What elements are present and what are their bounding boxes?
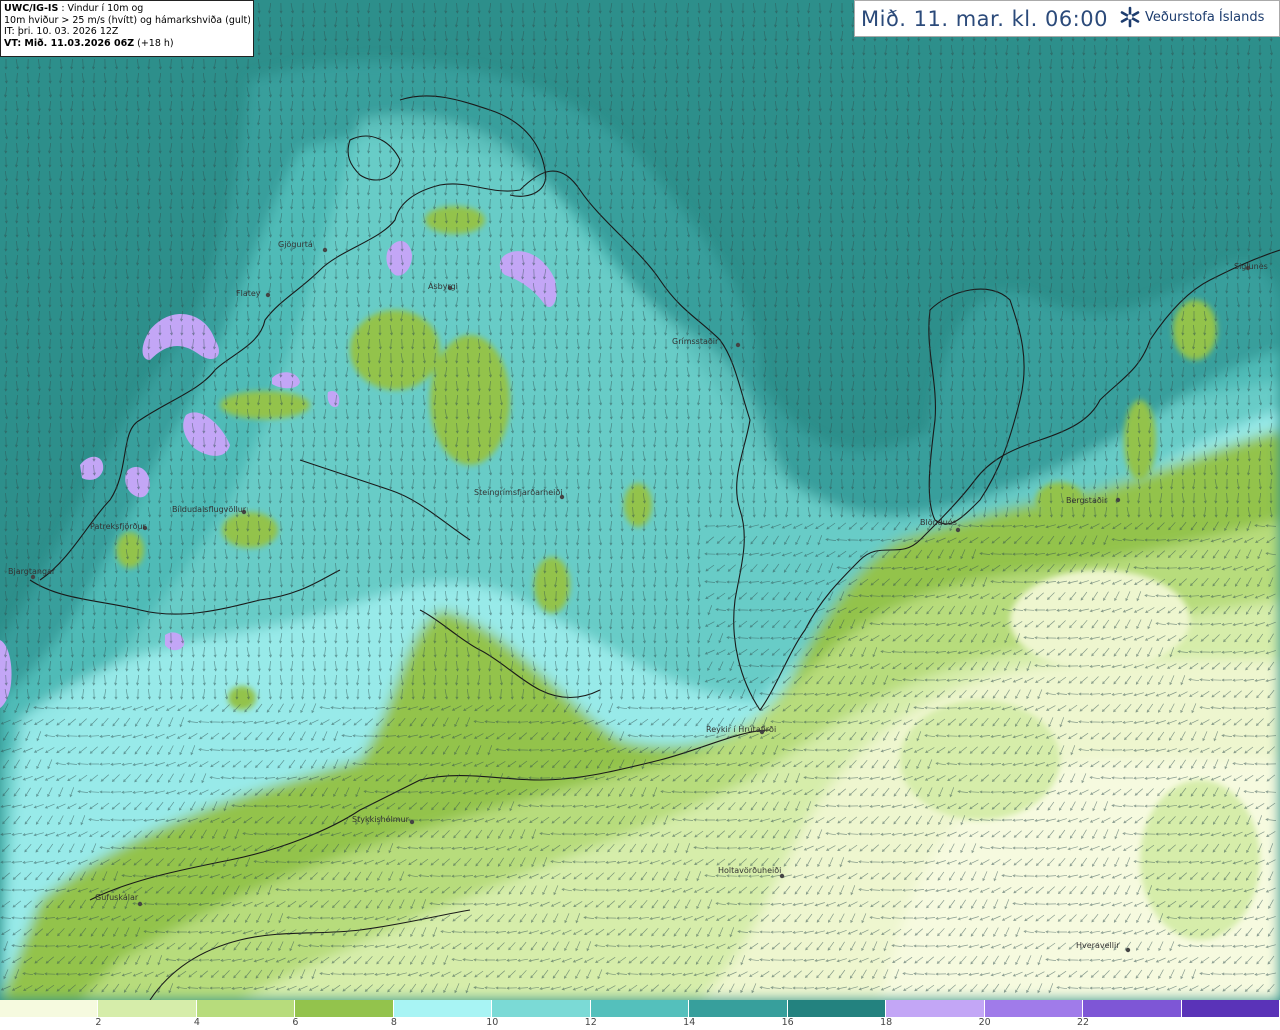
- station-label: Flatey: [236, 289, 261, 298]
- station-bildudalsflugvollur: Bíldudalsflugvöllur: [172, 505, 247, 515]
- legend-swatch: [1083, 1000, 1182, 1017]
- forecast-lead: (+18 h): [134, 37, 174, 49]
- station-label: Stykkishólmur: [352, 814, 410, 824]
- valid-time: Mið. 11. mar. kl. 06:00: [861, 6, 1108, 31]
- vedurstofa-logo: Veðurstofa Íslands: [1119, 6, 1264, 28]
- initial-time: IT: þri. 10. 03. 2026 12Z: [4, 26, 119, 37]
- legend-swatch: [492, 1000, 591, 1017]
- legend-swatch: [0, 1000, 99, 1017]
- station-label: Holtavörðuheiði: [718, 866, 781, 875]
- legend-tick-label: 4: [193, 1017, 200, 1028]
- legend-tick-label: 20: [978, 1017, 991, 1028]
- legend-tick-label: 8: [390, 1017, 397, 1028]
- legend-swatch: [590, 1000, 690, 1017]
- legend-tick-label: 2: [95, 1017, 102, 1028]
- legend-tick-label: 16: [781, 1017, 794, 1028]
- legend-swatch: [98, 1000, 197, 1017]
- legend-tick-label: 14: [683, 1017, 696, 1028]
- legend-swatch: [787, 1000, 887, 1017]
- station-asbyrgi: Ásbyrgi: [428, 280, 458, 291]
- legend-tick-label: 6: [292, 1017, 299, 1028]
- legend-tick-label: 22: [1077, 1017, 1090, 1028]
- station-reykir: Reykir í Hrútafirði: [706, 725, 776, 735]
- station-label: Hveravellir: [1076, 941, 1120, 950]
- legend-swatch: [393, 1000, 493, 1017]
- station-dot-icon: [137, 901, 143, 907]
- station-patreksfjordur: Patreksfjörður: [90, 522, 148, 531]
- gust-description: 10m hviður > 25 m/s (hvítt) og hámarkshv…: [4, 14, 250, 26]
- station-label: Bjargtangar: [8, 567, 56, 576]
- model-name: UWC/IG-IS: [4, 3, 59, 14]
- station-siglunes: Siglunes: [1234, 262, 1268, 271]
- logo-text: Veðurstofa Íslands: [1145, 9, 1265, 25]
- station-dot-icon: [265, 292, 271, 298]
- station-dot-icon: [955, 527, 961, 533]
- legend-swatch: [984, 1000, 1084, 1017]
- station-label: Reykir í Hrútafirði: [706, 725, 776, 734]
- station-label: Gjögurtá: [278, 240, 313, 249]
- station-dot-icon: [1115, 497, 1121, 503]
- station-label: Bíldudalsflugvöllur: [172, 505, 247, 514]
- model-info-box: UWC/IG-IS : Vindur í 10m og 10m hviður >…: [0, 0, 254, 57]
- legend-swatch: [689, 1000, 788, 1017]
- station-label: Steingrímsfjarðarheiði: [474, 488, 563, 497]
- station-label: Bergstaðir: [1066, 496, 1108, 505]
- legend-swatch: [295, 1000, 394, 1017]
- wind-map[interactable]: Gjögurtá Flatey Ásbyrgi Grímsstaðir Sigl…: [0, 0, 1280, 1000]
- legend-tick-label: 12: [584, 1017, 597, 1028]
- valid-time-box: Mið. 11. mar. kl. 06:00 Veðurstofa Íslan…: [854, 0, 1280, 37]
- station-label: Siglunes: [1234, 262, 1268, 271]
- legend-swatch: [1181, 1000, 1280, 1017]
- legend-tick-label: 10: [486, 1017, 499, 1028]
- station-stykkisholmur: Stykkishólmur: [352, 814, 415, 825]
- snowflake-logo-icon: [1120, 6, 1140, 28]
- station-dot-icon: [1125, 947, 1131, 953]
- valid-time-label: VT: Mið. 11.03.2026 06Z: [4, 37, 135, 49]
- legend-colorbar: [0, 1000, 1280, 1017]
- station-dot-icon: [735, 342, 741, 348]
- legend-tick-label: 18: [880, 1017, 893, 1028]
- station-label: Gufuskálar: [95, 893, 139, 902]
- station-label: Ásbyrgi: [428, 280, 458, 291]
- station-dot-icon: [409, 819, 415, 825]
- station-label: Grímsstaðir: [672, 337, 719, 346]
- legend-swatch: [886, 1000, 985, 1017]
- station-label: Blönduós: [920, 517, 957, 527]
- station-label: Patreksfjörður: [90, 522, 147, 531]
- station-dot-icon: [322, 247, 328, 253]
- field-description: : Vindur í 10m og: [58, 3, 144, 14]
- legend-swatch: [196, 1000, 296, 1017]
- wind-speed-legend: 2 4 6 8 10 12 14 16 18 20 22: [0, 1000, 1280, 1030]
